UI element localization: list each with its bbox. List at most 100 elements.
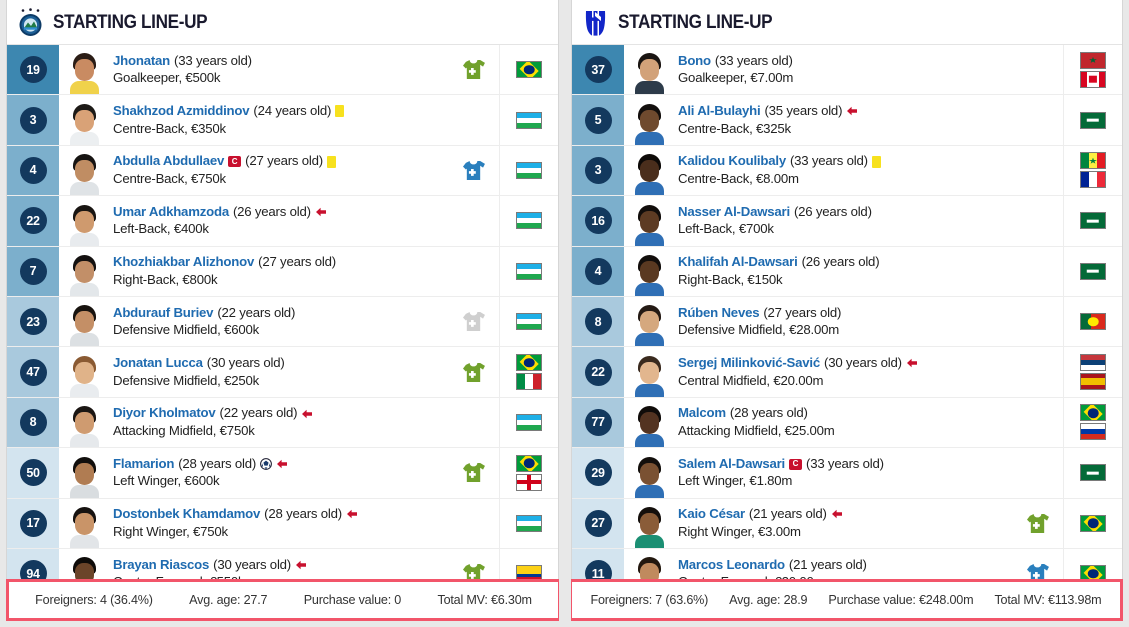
player-name-link[interactable]: Rúben Neves — [678, 305, 760, 321]
player-photo-cell[interactable] — [59, 297, 105, 347]
substitution-jersey-icon[interactable] — [462, 462, 485, 483]
player-avatar — [67, 201, 101, 246]
player-name-link[interactable]: Marcos Leonardo — [678, 557, 785, 573]
flag-icon — [1080, 212, 1106, 230]
player-info-cell: Dostonbek Khamdamov (28 years old) Right W… — [105, 499, 447, 548]
player-name-link[interactable]: Sergej Milinković-Savić — [678, 355, 820, 371]
player-row[interactable]: 3 Shakhzod Azmiddinov (24 years old) Centre… — [7, 95, 558, 146]
player-row[interactable]: 22 Sergej Milinković-Savić (30 years old) C… — [572, 347, 1122, 398]
player-photo-cell[interactable] — [59, 549, 105, 579]
substitution-icon-cell — [1011, 499, 1063, 548]
player-photo-cell[interactable] — [59, 146, 105, 196]
player-row[interactable]: 19 Jhonatan (33 years old) Goalkeeper, €500… — [7, 45, 558, 96]
player-name-link[interactable]: Dostonbek Khamdamov — [113, 507, 260, 522]
player-photo-cell[interactable] — [624, 297, 670, 347]
player-info-cell: Khalifah Al-Dawsari (26 years old) Right-B… — [670, 247, 1011, 296]
player-name-link[interactable]: Kaio César — [678, 507, 745, 522]
player-name-link[interactable]: Jhonatan — [113, 53, 170, 69]
player-row[interactable]: 7 Khozhiakbar Alizhonov (27 years old) Righ… — [7, 246, 558, 297]
player-photo-cell[interactable] — [59, 499, 105, 548]
shirt-number-badge: 5 — [584, 106, 612, 134]
player-age: (22 years old) — [217, 304, 296, 320]
flag-icon — [1080, 313, 1106, 331]
player-name-link[interactable]: Ali Al-Bulayhi — [678, 104, 761, 119]
player-photo-cell[interactable] — [624, 196, 670, 246]
player-row[interactable]: 23 Abdurauf Buriev (22 years old) Defensive… — [7, 296, 558, 348]
player-age: (22 years old) — [219, 405, 298, 421]
player-name-link[interactable]: Nasser Al-Dawsari — [678, 204, 790, 220]
yellow-card-icon — [871, 155, 881, 168]
player-name-link[interactable]: Diyor Kholmatov — [113, 406, 216, 421]
player-photo-cell[interactable] — [624, 549, 670, 579]
player-row[interactable]: 27 Kaio César (21 years old) Right Winger, … — [572, 498, 1122, 549]
player-name-link[interactable]: Abdurauf Buriev — [113, 305, 214, 321]
player-name-line: Malcom (28 years old) — [678, 406, 1011, 421]
player-photo-cell[interactable] — [624, 95, 670, 145]
player-row[interactable]: 29 Salem Al-Dawsari C (33 years old) Left Wi… — [572, 448, 1122, 499]
substitution-jersey-icon[interactable] — [1026, 513, 1049, 534]
player-photo-cell[interactable] — [59, 196, 105, 246]
away-stats-bar: Foreigners: 7 (63.6%) Avg. age: 28.9 Purch… — [571, 579, 1123, 621]
player-photo-cell[interactable] — [59, 45, 105, 95]
player-photo-cell[interactable] — [59, 448, 105, 498]
player-name-line: Jonatan Lucca (30 years old) — [113, 355, 447, 371]
player-name-link[interactable]: Brayan Riascos — [113, 557, 209, 573]
player-age: (26 years old) — [232, 203, 311, 219]
player-photo-cell[interactable] — [624, 45, 670, 95]
player-row[interactable]: 16 Nasser Al-Dawsari (26 years old) Left-Ba… — [572, 196, 1122, 247]
player-photo-cell[interactable] — [624, 247, 670, 296]
substitution-jersey-icon[interactable] — [462, 59, 485, 80]
player-row[interactable]: 8 Diyor Kholmatov (22 years old) Attacking … — [7, 397, 558, 449]
player-row[interactable]: 77 Malcom (28 years old) Attacking Midfield… — [572, 397, 1122, 449]
substitution-jersey-icon[interactable] — [1026, 563, 1049, 579]
substitution-jersey-icon[interactable] — [462, 563, 485, 579]
player-name-link[interactable]: Khozhiakbar Alizhonov — [113, 255, 254, 270]
shirt-number-badge: 11 — [584, 560, 612, 579]
player-name-link[interactable]: Shakhzod Azmiddinov — [113, 104, 250, 119]
player-avatar — [67, 151, 101, 196]
player-name-link[interactable]: Flamarion — [113, 456, 174, 472]
player-row[interactable]: 50 Flamarion (28 years old) Left Winger, €6… — [7, 448, 558, 499]
player-name-link[interactable]: Umar Adkhamzoda — [113, 204, 229, 220]
player-row[interactable]: 11 Marcos Leonardo(21 years old)Centre-Fo… — [572, 548, 1122, 579]
flag-icon — [516, 565, 542, 579]
flag-icon — [1080, 152, 1106, 170]
player-position-value: Defensive Midfield, €250k — [113, 372, 260, 388]
player-name-link[interactable]: Salem Al-Dawsari — [678, 456, 785, 472]
player-row[interactable]: 3 Kalidou Koulibaly (33 years old) Centre-B… — [572, 145, 1122, 197]
player-row[interactable]: 5 Ali Al-Bulayhi (35 years old) Centre-Back… — [572, 95, 1122, 146]
player-photo-cell[interactable] — [624, 499, 670, 548]
player-position-value: Right-Back, €800k — [113, 271, 218, 287]
player-photo-cell[interactable] — [59, 347, 105, 397]
player-row[interactable]: 37 Bono (33 years old) Goalkeeper, €7.00m — [572, 45, 1122, 96]
player-info-cell: Nasser Al-Dawsari (26 years old) Left-Back… — [670, 196, 1011, 245]
player-name-link[interactable]: Kalidou Koulibaly — [678, 154, 786, 169]
player-name-link[interactable]: Khalifah Al-Dawsari — [678, 255, 798, 270]
player-name-link[interactable]: Malcom — [678, 406, 726, 421]
player-name-line: Dostonbek Khamdamov (28 years old) — [113, 507, 447, 522]
player-row[interactable]: 4 Abdulla Abdullaev C (27 years old) Centre-… — [7, 145, 558, 197]
player-row[interactable]: 22 Umar Adkhamzoda (26 years old) Left-Back… — [7, 196, 558, 247]
player-name-link[interactable]: Bono — [678, 53, 711, 69]
player-photo-cell[interactable] — [624, 146, 670, 196]
substitution-jersey-icon[interactable] — [462, 362, 485, 383]
player-row[interactable]: 17 Dostonbek Khamdamov (28 years old) Right… — [7, 498, 558, 549]
player-row[interactable]: 4 Khalifah Al-Dawsari (26 years old) Right-… — [572, 246, 1122, 297]
player-photo-cell[interactable] — [624, 347, 670, 397]
player-name-line: Diyor Kholmatov (22 years old) — [113, 406, 447, 421]
player-photo-cell[interactable] — [59, 398, 105, 448]
substitution-jersey-icon[interactable] — [462, 160, 485, 181]
substitution-jersey-icon[interactable] — [462, 311, 485, 332]
flag-icon — [516, 161, 542, 179]
player-photo-cell[interactable] — [59, 247, 105, 296]
player-avatar — [67, 403, 101, 448]
player-name-line: Rúben Neves (27 years old) — [678, 305, 1011, 321]
player-photo-cell[interactable] — [59, 95, 105, 145]
player-row[interactable]: 8 Rúben Neves (27 years old) Defensive Midf… — [572, 296, 1122, 348]
player-name-link[interactable]: Abdulla Abdullaev — [113, 154, 224, 169]
player-row[interactable]: 94 Brayan Riascos(30 years old)Centre-For… — [7, 548, 558, 579]
player-photo-cell[interactable] — [624, 448, 670, 498]
player-name-link[interactable]: Jonatan Lucca — [113, 355, 203, 371]
player-photo-cell[interactable] — [624, 398, 670, 448]
player-row[interactable]: 47 Jonatan Lucca (30 years old) Defensive M… — [7, 347, 558, 398]
